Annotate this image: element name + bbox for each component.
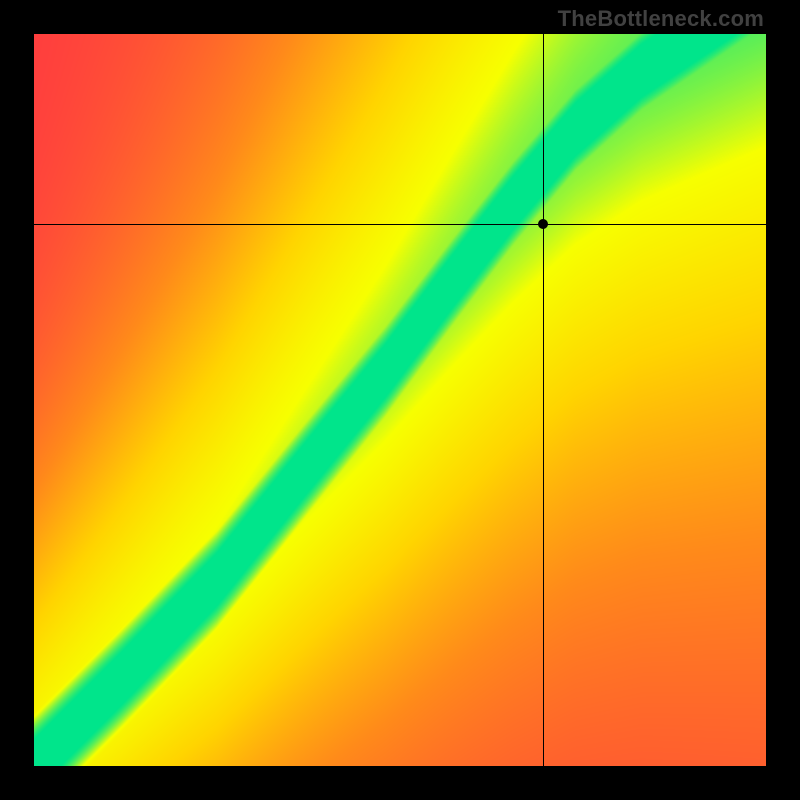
heatmap-plot	[34, 34, 766, 766]
selection-marker[interactable]	[538, 219, 548, 229]
crosshair-horizontal	[34, 224, 766, 225]
heatmap-canvas	[34, 34, 766, 766]
chart-frame: TheBottleneck.com	[0, 0, 800, 800]
crosshair-vertical	[543, 34, 544, 766]
watermark-text: TheBottleneck.com	[558, 6, 764, 32]
